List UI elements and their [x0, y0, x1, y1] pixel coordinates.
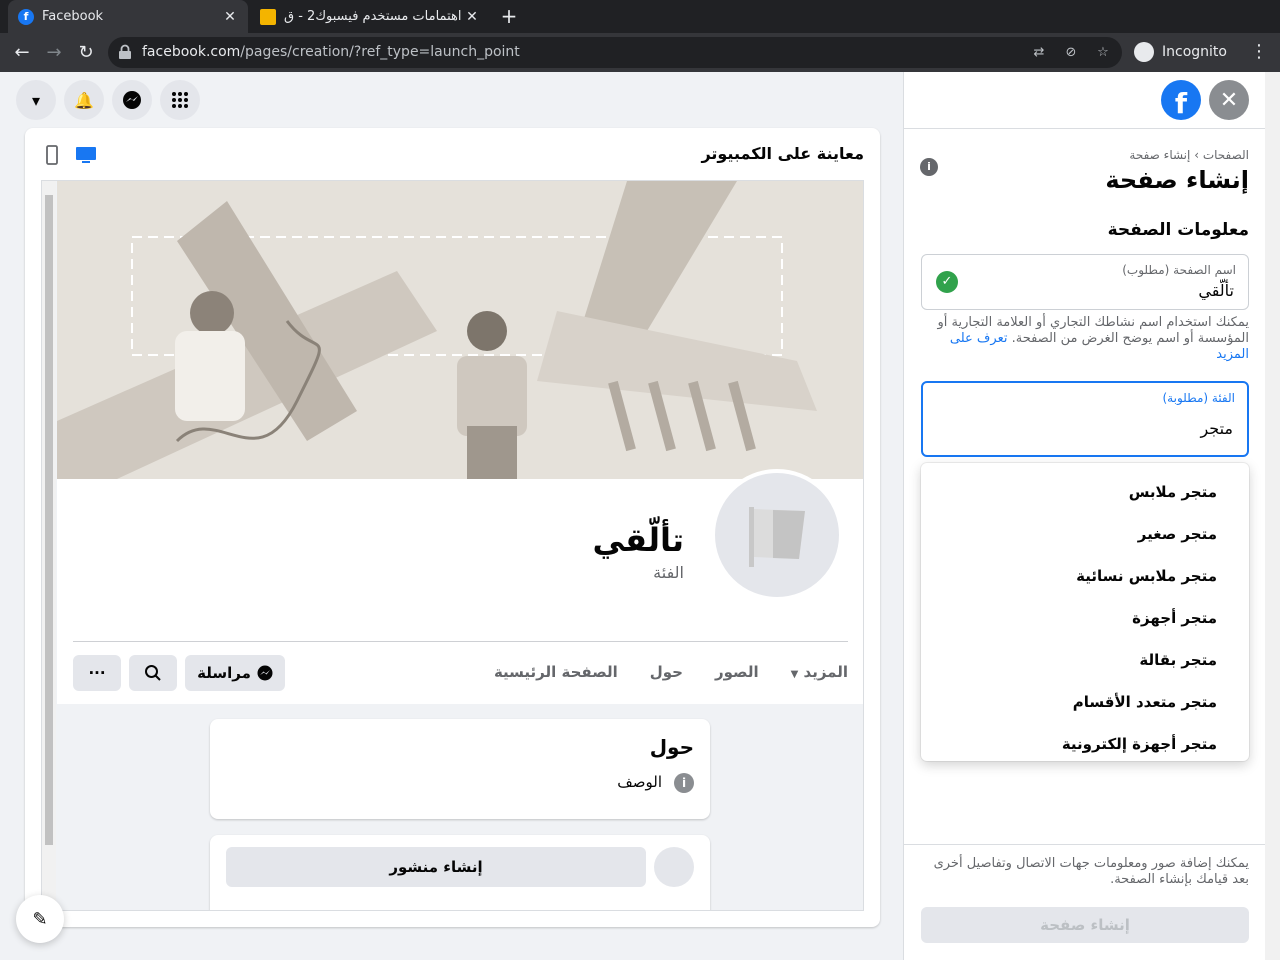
menu-grid-icon[interactable] [160, 80, 200, 120]
check-icon: ✓ [936, 271, 958, 293]
back-icon[interactable]: ← [11, 42, 33, 64]
suggestion-item[interactable]: متجر صغير [921, 513, 1249, 555]
star-icon[interactable]: ☆ [1094, 44, 1112, 62]
create-post-card: إنشاء منشور [210, 835, 710, 910]
suggestion-item[interactable]: متجر ملابس نسائية [921, 555, 1249, 597]
create-page-panel: f ✕ الصفحات › إنشاء صفحة إنشاء صفحة i مع… [903, 72, 1266, 960]
messenger-icon [257, 665, 273, 681]
desktop-preview-card: معاينة على الكمبيوتر تألّقي الفئة الصفحة… [25, 128, 880, 927]
field-label: الفئة (مطلوبة) [1162, 391, 1235, 405]
tab-home[interactable]: الصفحة الرئيسية [494, 655, 618, 689]
tab-photos[interactable]: الصور [715, 655, 759, 689]
notifications-icon[interactable]: 🔔 [64, 80, 104, 120]
desktop-preview-icon[interactable] [75, 144, 97, 166]
message-button[interactable]: مراسلة [185, 655, 285, 691]
caret-down-icon: ▼ [790, 669, 799, 680]
page-tabs: الصفحة الرئيسية حول الصور المزيد ▼ [494, 655, 848, 689]
browser-toolbar: ← → ↻ facebook.com/pages/creation/?ref_t… [0, 33, 1280, 72]
eye-off-icon[interactable]: ⊘ [1062, 44, 1080, 62]
profile-label: Incognito [1162, 44, 1227, 60]
compose-icon[interactable]: ✎ [16, 895, 64, 943]
divider [73, 641, 848, 642]
close-icon[interactable]: ✕ [464, 9, 480, 25]
page-name-field[interactable]: اسم الصفحة (مطلوب) تألّقي ✓ [921, 254, 1249, 310]
page-actions: ··· مراسلة [73, 655, 285, 691]
page-name-input[interactable]: تألّقي [1198, 281, 1234, 300]
reload-icon[interactable]: ↻ [75, 42, 97, 64]
section-title: معلومات الصفحة [1107, 220, 1249, 240]
preview-scrollbar[interactable] [42, 181, 56, 910]
divider [904, 844, 1266, 845]
breadcrumb: الصفحات › إنشاء صفحة [1129, 148, 1249, 162]
search-button[interactable] [129, 655, 177, 691]
info-icon: i [674, 773, 694, 793]
preview-area: ▾ 🔔 معاينة على الكمبيوتر تألّقي الفئة ال… [0, 72, 903, 960]
page-header: تألّقي الفئة الصفحة الرئيسية حول الصور ا… [57, 469, 863, 704]
address-bar[interactable]: facebook.com/pages/creation/?ref_type=la… [108, 37, 1122, 68]
footer-text: يمكنك إضافة صور ومعلومات جهات الاتصال وت… [933, 856, 1249, 887]
category-field[interactable]: الفئة (مطلوبة) متجر [921, 381, 1249, 457]
url-text: facebook.com/pages/creation/?ref_type=la… [142, 44, 520, 60]
panel-scrollbar[interactable] [1265, 72, 1280, 960]
preview-title: معاينة على الكمبيوتر [701, 144, 864, 163]
slides-icon [260, 8, 276, 25]
menu-icon[interactable]: ⋮ [1250, 41, 1268, 62]
messenger-icon[interactable] [112, 80, 152, 120]
tab-about[interactable]: حول [650, 655, 683, 689]
close-icon[interactable]: ✕ [222, 9, 238, 25]
search-icon [145, 665, 161, 681]
more-options-button[interactable]: ··· [73, 655, 121, 691]
tab-slides[interactable]: اهتمامات مستخدم فيسبوك2 - ‫ق ✕ [250, 0, 490, 33]
suggestion-item[interactable]: متجر أجهزة [921, 597, 1249, 639]
new-tab-icon[interactable]: + [498, 5, 520, 27]
page-name: تألّقي [592, 521, 684, 559]
browser-tab-bar: f Facebook ✕ اهتمامات مستخدم فيسبوك2 - ‫… [0, 0, 1280, 33]
breadcrumb-pages[interactable]: الصفحات [1203, 148, 1249, 162]
create-page-button[interactable]: إنشاء صفحة [921, 907, 1249, 943]
incognito-icon [1134, 42, 1154, 62]
tab-more[interactable]: المزيد ▼ [791, 655, 848, 689]
info-icon[interactable]: i [920, 158, 938, 176]
tab-title: اهتمامات مستخدم فيسبوك2 - ‫ق [284, 9, 462, 24]
translate-icon[interactable]: ⇄ [1030, 44, 1048, 62]
close-icon[interactable]: ✕ [1209, 80, 1249, 120]
breadcrumb-current: إنشاء صفحة [1129, 148, 1191, 162]
forward-icon[interactable]: → [43, 42, 65, 64]
about-title: حول [649, 735, 694, 759]
category-input[interactable]: متجر [1200, 419, 1233, 438]
create-post-button[interactable]: إنشاء منشور [226, 847, 646, 887]
facebook-logo-icon[interactable]: f [1161, 80, 1201, 120]
help-text: يمكنك استخدام اسم نشاطك التجاري أو العلا… [937, 315, 1249, 362]
message-button-label: مراسلة [197, 664, 251, 682]
cover-illustration [57, 181, 863, 479]
lock-icon [119, 44, 131, 59]
suggestion-item[interactable]: متجر متعدد الأقسام [921, 681, 1249, 723]
panel-title: إنشاء صفحة [1105, 166, 1249, 194]
tab-facebook[interactable]: f Facebook ✕ [8, 0, 248, 33]
account-dropdown-icon[interactable]: ▾ [16, 80, 56, 120]
facebook-icon: f [18, 8, 34, 25]
flag-icon [749, 507, 805, 567]
page-category: الفئة [653, 563, 684, 582]
tab-title: Facebook [42, 9, 104, 24]
suggestion-item[interactable]: متجر ملابس [921, 471, 1249, 513]
suggestion-item[interactable]: متجر أجهزة إلكترونية [921, 723, 1249, 765]
incognito-badge[interactable]: Incognito [1134, 42, 1227, 62]
divider [904, 128, 1266, 129]
page-avatar[interactable] [711, 469, 843, 601]
about-description: الوصف [617, 773, 662, 791]
preview-frame: تألّقي الفئة الصفحة الرئيسية حول الصور ا… [41, 180, 864, 911]
mobile-preview-icon[interactable] [41, 144, 63, 166]
category-suggestions: متجر ملابس متجر صغير متجر ملابس نسائية م… [921, 463, 1249, 761]
breadcrumb-separator: › [1194, 148, 1199, 162]
about-card: حول الوصف i [210, 719, 710, 819]
flag-icon [654, 847, 694, 887]
field-label: اسم الصفحة (مطلوب) [1122, 263, 1236, 277]
suggestion-item[interactable]: متجر بقالة [921, 639, 1249, 681]
